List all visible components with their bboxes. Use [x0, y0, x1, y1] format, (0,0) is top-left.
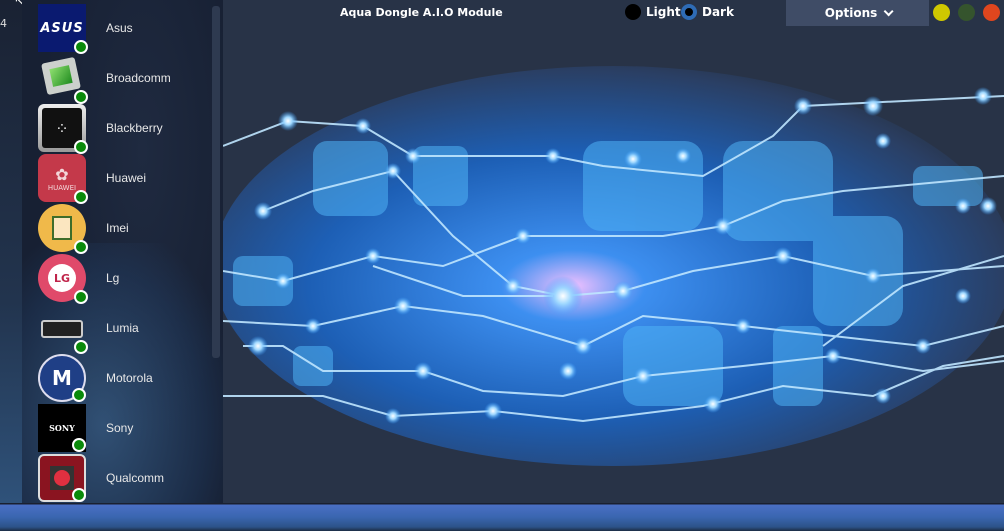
- circuit-illustration: [223, 66, 1004, 466]
- sidebar-item-huawei[interactable]: ✿ HUAWEI Huawei: [38, 154, 218, 204]
- radio-selected-icon: [681, 4, 697, 20]
- snapdragon-chip-icon: [38, 454, 86, 502]
- left-edge-text: 4: [0, 17, 7, 30]
- status-online-icon: [74, 240, 88, 254]
- sidebar-item-motorola[interactable]: M Motorola: [38, 354, 218, 402]
- status-online-icon: [72, 388, 86, 402]
- huawei-logo-text: HUAWEI: [47, 183, 77, 192]
- maximize-button[interactable]: [958, 4, 975, 21]
- asus-logo-icon: ASUS: [38, 4, 88, 54]
- close-button[interactable]: [983, 4, 1000, 21]
- left-edge-strip: [0, 0, 22, 503]
- status-online-icon: [74, 340, 88, 354]
- chip-icon: [38, 54, 88, 104]
- radio-icon: [625, 4, 641, 20]
- sidebar-item-qualcomm[interactable]: Qualcomm: [38, 454, 218, 502]
- sidebar-item-lumia[interactable]: Lumia: [38, 304, 218, 354]
- sidebar-item-blackberry[interactable]: ⁘ Blackberry: [38, 104, 218, 154]
- status-online-icon: [74, 140, 88, 154]
- minimize-button[interactable]: [933, 4, 950, 21]
- sidebar-item-label: Lumia: [106, 321, 139, 335]
- status-bar: [0, 503, 1004, 531]
- lg-logo-icon: LG: [38, 254, 88, 304]
- status-online-icon: [74, 190, 88, 204]
- status-online-icon: [74, 90, 88, 104]
- theme-light-radio[interactable]: Light: [625, 4, 681, 20]
- circuit-background-image: [223, 26, 1004, 503]
- sidebar-item-label: Motorola: [106, 371, 153, 385]
- sidebar-item-imei[interactable]: Imei: [38, 204, 218, 254]
- sidebar-item-sony[interactable]: SONY Sony: [38, 404, 218, 452]
- sidebar-item-broadcomm[interactable]: Broadcomm: [38, 54, 218, 104]
- calculator-icon: [38, 204, 88, 254]
- theme-light-label: Light: [646, 5, 681, 19]
- options-button[interactable]: Options: [786, 0, 929, 26]
- blackberry-icon: ⁘: [38, 104, 88, 154]
- brand-sidebar: ASUS Asus Broadcomm ⁘ Blackberry ✿ HUAWEI…: [22, 0, 223, 503]
- options-label: Options: [824, 6, 878, 20]
- theme-dark-radio[interactable]: Dark: [681, 4, 734, 20]
- sidebar-item-label: Broadcomm: [106, 71, 171, 85]
- sidebar-item-label: Blackberry: [106, 121, 163, 135]
- status-online-icon: [74, 290, 88, 304]
- sidebar-item-label: Sony: [106, 421, 134, 435]
- sidebar-item-lg[interactable]: LG Lg: [38, 254, 218, 304]
- phone-icon: [38, 304, 88, 354]
- sidebar-item-label: Qualcomm: [106, 471, 165, 485]
- sidebar-item-label: Huawei: [106, 171, 147, 185]
- motorola-logo-icon: M: [38, 354, 86, 402]
- status-online-icon: [72, 488, 86, 502]
- sidebar-item-label: Asus: [106, 21, 133, 35]
- sidebar-scrollbar[interactable]: [212, 6, 220, 358]
- status-online-icon: [72, 438, 86, 452]
- sidebar-item-label: Lg: [106, 271, 120, 285]
- window-title: Aqua Dongle A.I.O Module: [340, 6, 503, 19]
- chevron-down-icon: [883, 5, 894, 16]
- status-online-icon: [74, 40, 88, 54]
- sidebar-item-asus[interactable]: ASUS Asus: [38, 4, 218, 54]
- sidebar-item-label: Imei: [106, 221, 129, 235]
- theme-dark-label: Dark: [702, 5, 734, 19]
- lg-logo-text: LG: [48, 264, 76, 292]
- huawei-logo-icon: ✿ HUAWEI: [38, 154, 88, 204]
